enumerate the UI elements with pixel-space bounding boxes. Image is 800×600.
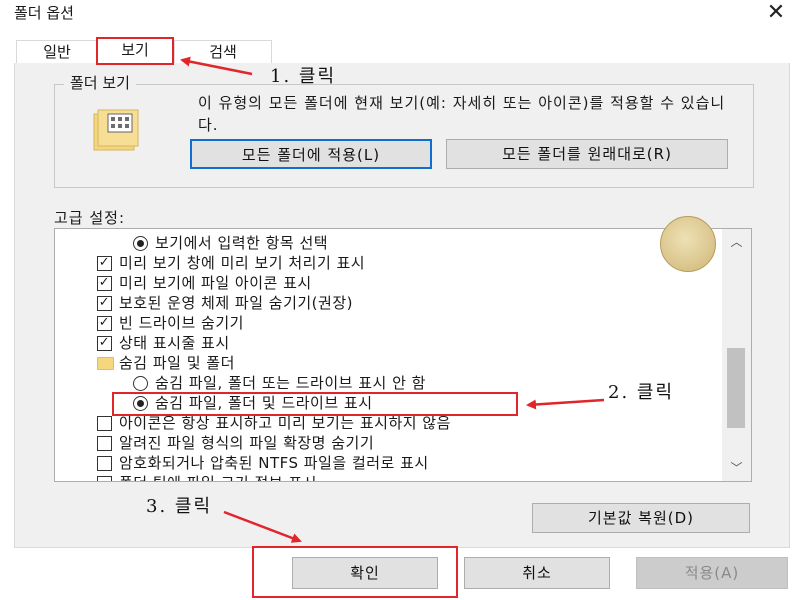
highlight-box-ok bbox=[252, 546, 458, 598]
restore-defaults-button[interactable]: 기본값 복원(D) bbox=[532, 503, 750, 533]
annotation-step-1: 1. 클릭 bbox=[270, 66, 337, 87]
checkbox-icon[interactable] bbox=[97, 456, 112, 471]
checkbox-checked-icon[interactable]: ✓ bbox=[97, 296, 112, 311]
advanced-setting-row[interactable]: 알려진 파일 형식의 파일 확장명 숨기기 bbox=[55, 433, 725, 453]
advanced-setting-row[interactable]: 아이콘은 항상 표시하고 미리 보기는 표시하지 않음 bbox=[55, 413, 725, 433]
scrollbar-thumb[interactable] bbox=[727, 348, 745, 428]
advanced-setting-label: 알려진 파일 형식의 파일 확장명 숨기기 bbox=[119, 434, 375, 452]
close-icon[interactable]: ✕ bbox=[762, 0, 790, 26]
advanced-setting-label: 보기에서 입력한 항목 선택 bbox=[155, 234, 329, 252]
advanced-setting-row[interactable]: 암호화되거나 압축된 NTFS 파일을 컬러로 표시 bbox=[55, 453, 725, 473]
highlight-box-show-hidden bbox=[112, 392, 518, 416]
checkbox-checked-icon[interactable]: ✓ bbox=[97, 256, 112, 271]
annotation-step-2: 2. 클릭 bbox=[608, 382, 675, 403]
advanced-setting-row[interactable]: 보기에서 입력한 항목 선택 bbox=[55, 233, 725, 253]
advanced-setting-label: 미리 보기 창에 미리 보기 처리기 표시 bbox=[119, 254, 366, 272]
advanced-setting-label: 미리 보기에 파일 아이콘 표시 bbox=[119, 274, 312, 292]
checkbox-icon[interactable] bbox=[97, 436, 112, 451]
checkbox-icon[interactable] bbox=[97, 476, 112, 481]
folder-icon bbox=[97, 357, 114, 370]
advanced-setting-label: 보호된 운영 체제 파일 숨기기(권장) bbox=[119, 294, 353, 312]
advanced-settings-list[interactable]: 보기에서 입력한 항목 선택 ✓ 미리 보기 창에 미리 보기 처리기 표시 ✓ 미리 … bbox=[54, 228, 752, 482]
folder-views-description: 이 유형의 모든 폴더에 현재 보기(예: 자세히 또는 아이콘)를 적용할 수… bbox=[198, 94, 726, 134]
checkbox-icon[interactable] bbox=[97, 416, 112, 431]
advanced-settings-label: 고급 설정: bbox=[54, 209, 126, 227]
cancel-button[interactable]: 취소 bbox=[464, 557, 610, 589]
advanced-setting-label: 아이콘은 항상 표시하고 미리 보기는 표시하지 않음 bbox=[119, 414, 451, 432]
advanced-setting-label: 숨김 파일, 폴더 또는 드라이브 표시 안 함 bbox=[155, 374, 426, 392]
tab-view[interactable]: 보기 bbox=[96, 37, 174, 65]
folder-views-icon bbox=[93, 109, 139, 151]
advanced-setting-label: 숨김 파일 및 폴더 bbox=[119, 354, 235, 372]
apply-to-all-folders-button[interactable]: 모든 폴더에 적용(L) bbox=[190, 139, 432, 169]
checkbox-checked-icon[interactable]: ✓ bbox=[97, 336, 112, 351]
advanced-setting-label: 암호화되거나 압축된 NTFS 파일을 컬러로 표시 bbox=[119, 454, 429, 472]
advanced-setting-label: 폴더 팁에 파일 크기 정보 표시 bbox=[119, 473, 317, 481]
advanced-setting-row[interactable]: 숨김 파일 및 폴더 bbox=[55, 353, 725, 373]
advanced-setting-row[interactable]: 폴더 팁에 파일 크기 정보 표시 bbox=[55, 473, 725, 481]
advanced-setting-row[interactable]: ✓ 상태 표시줄 표시 bbox=[55, 333, 725, 353]
advanced-setting-row[interactable]: ✓ 미리 보기 창에 미리 보기 처리기 표시 bbox=[55, 253, 725, 273]
tab-general[interactable]: 일반 bbox=[16, 40, 98, 64]
checkbox-checked-icon[interactable]: ✓ bbox=[97, 316, 112, 331]
watermark-seal bbox=[660, 216, 716, 272]
reset-folders-button[interactable]: 모든 폴더를 원래대로(R) bbox=[446, 139, 728, 169]
advanced-setting-label: 빈 드라이브 숨기기 bbox=[119, 314, 244, 332]
advanced-setting-row[interactable]: ✓ 보호된 운영 체제 파일 숨기기(권장) bbox=[55, 293, 725, 313]
checkbox-checked-icon[interactable]: ✓ bbox=[97, 276, 112, 291]
radio-selected-icon[interactable] bbox=[133, 236, 148, 251]
folder-views-legend: 폴더 보기 bbox=[64, 72, 136, 93]
advanced-setting-row[interactable]: ✓ 빈 드라이브 숨기기 bbox=[55, 313, 725, 333]
tab-search[interactable]: 검색 bbox=[174, 40, 272, 64]
radio-icon[interactable] bbox=[133, 376, 148, 391]
window-title: 폴더 옵션 bbox=[14, 4, 74, 22]
advanced-setting-label: 상태 표시줄 표시 bbox=[119, 334, 230, 352]
scroll-down-icon[interactable]: ﹀ bbox=[722, 457, 751, 481]
annotation-step-3: 3. 클릭 bbox=[146, 496, 213, 517]
advanced-setting-row[interactable]: ✓ 미리 보기에 파일 아이콘 표시 bbox=[55, 273, 725, 293]
apply-button[interactable]: 적용(A) bbox=[636, 557, 788, 589]
scroll-up-icon[interactable]: ︿ bbox=[722, 229, 751, 253]
